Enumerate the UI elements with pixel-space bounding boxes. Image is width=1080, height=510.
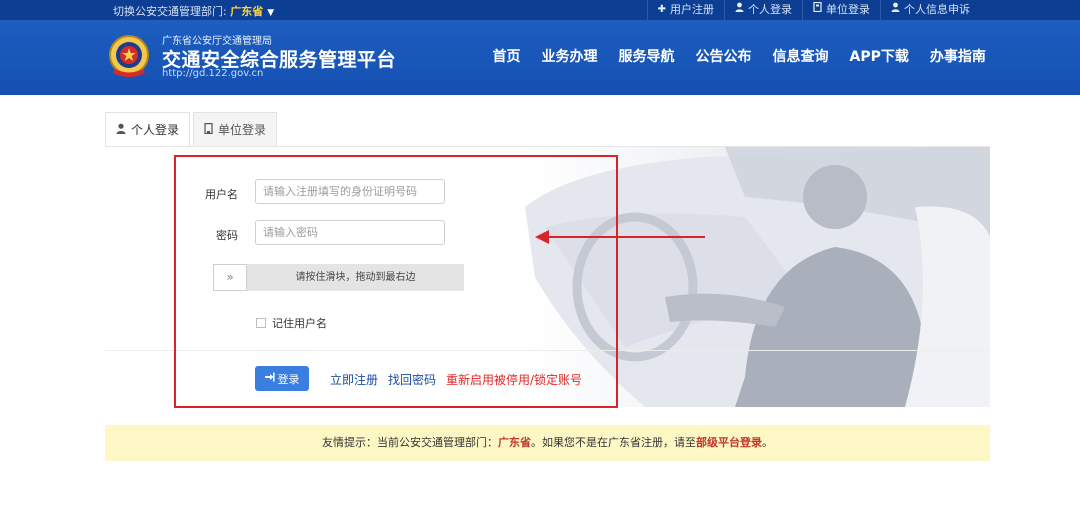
top-links: ✚ 用户注册 个人登录 单位登录 个人信息申诉: [646, 0, 980, 20]
building-icon: [813, 0, 822, 20]
nav-item-guide[interactable]: 办事指南: [919, 20, 996, 95]
top-link-appeal[interactable]: 个人信息申诉: [880, 0, 980, 20]
department-switch-label: 切换公安交通管理部门:: [113, 5, 227, 18]
notice-prefix: 友情提示：当前公安交通管理部门：: [322, 436, 498, 449]
top-link-label: 单位登录: [826, 3, 870, 16]
department-switcher[interactable]: 切换公安交通管理部门: 广东省 ▼: [113, 3, 274, 19]
main-nav: 首页 业务办理 服务导航 公告公布 信息查询 APP下载 办事指南: [482, 20, 996, 95]
top-utility-bar: 切换公安交通管理部门: 广东省 ▼ ✚ 用户注册 个人登录 单位登录 个人信息申诉: [0, 0, 1080, 20]
ministry-platform-link[interactable]: 部级平台登录: [696, 436, 762, 449]
nav-item-info-query[interactable]: 信息查询: [762, 20, 839, 95]
notice-province: 广东省: [498, 436, 531, 449]
nav-item-service-guide[interactable]: 服务导航: [608, 20, 685, 95]
annotation-highlight-box: [174, 155, 618, 408]
user-icon: [891, 0, 900, 20]
notice-banner: 友情提示：当前公安交通管理部门：广东省。如果您不是在广东省注册，请至部级平台登录…: [105, 425, 990, 461]
user-icon: [116, 123, 126, 137]
police-emblem-logo[interactable]: [105, 33, 153, 81]
annotation-arrow-icon: [535, 230, 705, 244]
tab-label: 个人登录: [131, 123, 180, 137]
caret-down-icon[interactable]: ▼: [267, 8, 274, 18]
notice-middle: 。如果您不是在广东省注册，请至: [531, 436, 696, 449]
top-link-register[interactable]: ✚ 用户注册: [646, 0, 724, 20]
plus-icon: ✚: [657, 4, 666, 15]
tab-unit-login[interactable]: 单位登录: [193, 112, 278, 146]
login-tabs: 个人登录 单位登录: [105, 112, 280, 146]
building-icon: [204, 122, 213, 137]
site-header: 广东省公安厅交通管理局 交通安全综合服务管理平台 http://gd.122.g…: [0, 20, 1080, 95]
top-link-unit-login[interactable]: 单位登录: [802, 0, 880, 20]
tab-label: 单位登录: [218, 123, 267, 137]
nav-item-app-download[interactable]: APP下载: [839, 20, 919, 95]
brand-url: http://gd.122.gov.cn: [162, 68, 264, 79]
top-link-label: 用户注册: [670, 3, 714, 16]
nav-item-business[interactable]: 业务办理: [531, 20, 608, 95]
top-link-personal-login[interactable]: 个人登录: [724, 0, 802, 20]
nav-item-home[interactable]: 首页: [482, 20, 531, 95]
user-icon: [735, 0, 744, 20]
current-province[interactable]: 广东省: [230, 5, 263, 18]
tab-personal-login[interactable]: 个人登录: [105, 112, 191, 146]
top-link-label: 个人登录: [748, 3, 792, 16]
notice-suffix: 。: [762, 436, 773, 449]
nav-item-announcements[interactable]: 公告公布: [685, 20, 762, 95]
top-link-label: 个人信息申诉: [904, 3, 970, 16]
